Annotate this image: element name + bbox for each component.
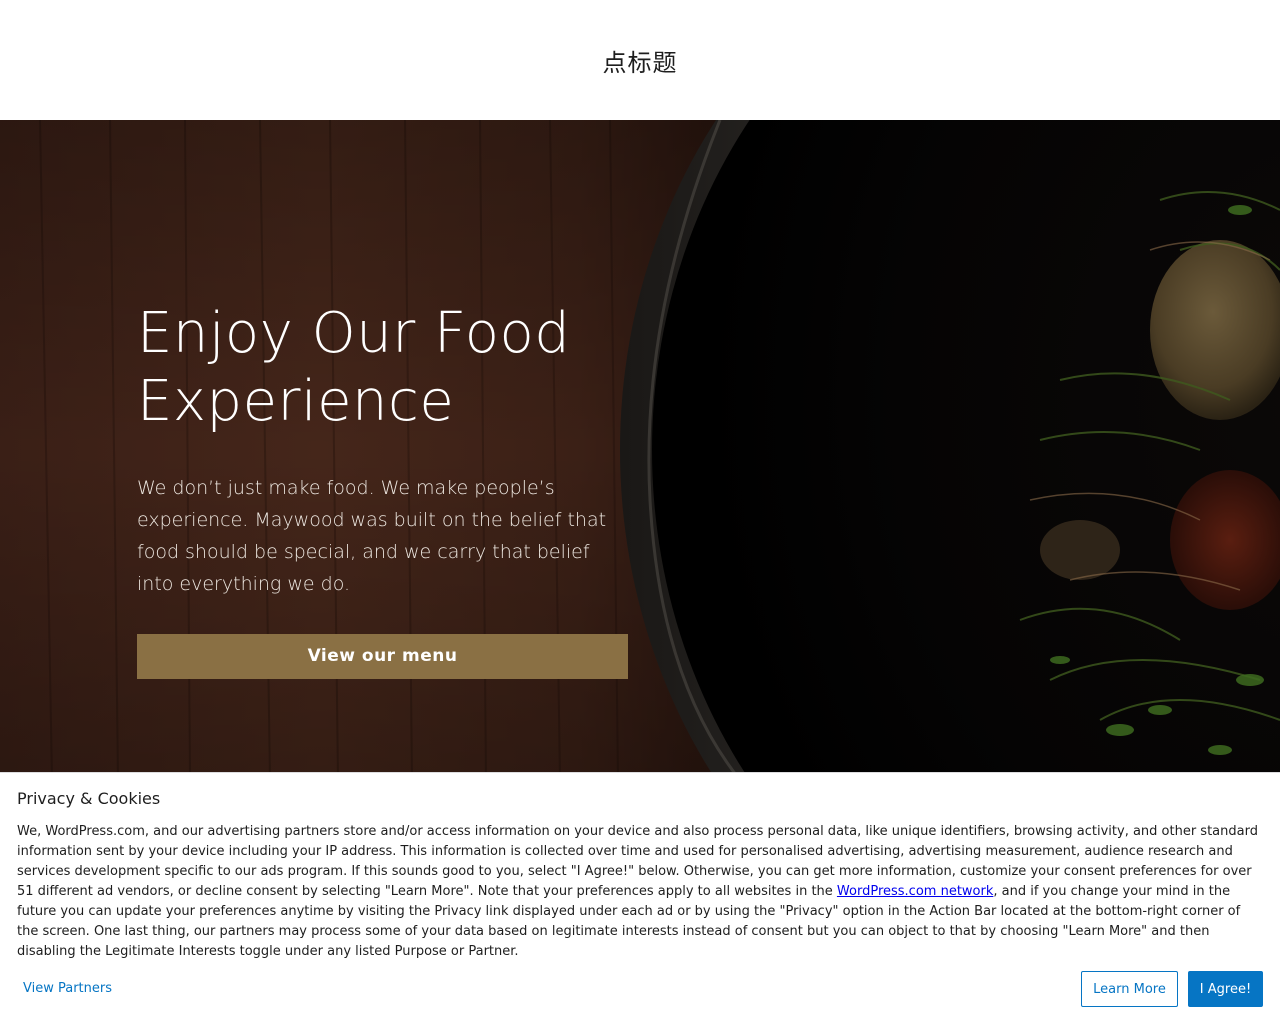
hero-content: Enjoy Our Food Experience We don’t just … [137, 300, 637, 679]
i-agree-button[interactable]: I Agree! [1188, 971, 1263, 1007]
learn-more-button[interactable]: Learn More [1081, 971, 1178, 1007]
hero-heading-line2: Experience [137, 369, 455, 434]
hero-section: Enjoy Our Food Experience We don’t just … [0, 120, 1280, 780]
cookie-banner-title: Privacy & Cookies [17, 789, 161, 808]
hero-heading: Enjoy Our Food Experience [137, 300, 637, 436]
site-title[interactable]: 点标题 [603, 43, 678, 78]
view-partners-link[interactable]: View Partners [23, 981, 112, 996]
cookie-consent-banner: Privacy & Cookies We, WordPress.com, and… [0, 772, 1280, 1024]
site-header: 点标题 [0, 0, 1280, 120]
hero-heading-line1: Enjoy Our Food [137, 301, 571, 366]
cookie-banner-text: We, WordPress.com, and our advertising p… [17, 822, 1263, 962]
wordpress-network-link[interactable]: WordPress.com network [837, 884, 993, 899]
hero-description: We don’t just make food. We make people’… [137, 477, 607, 595]
cookie-banner-actions: View Partners Learn More I Agree! [0, 971, 1280, 1009]
view-menu-button[interactable]: View our menu [137, 634, 628, 679]
